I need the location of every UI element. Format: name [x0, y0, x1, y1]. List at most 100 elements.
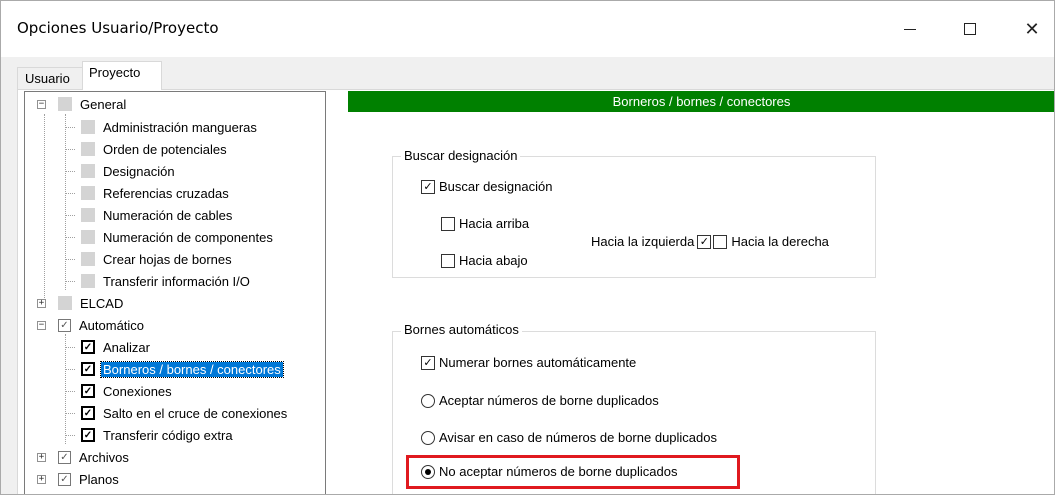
tab-usuario[interactable]: Usuario: [17, 67, 83, 89]
tree-item-label: Salto en el cruce de conexiones: [103, 405, 288, 421]
collapse-icon[interactable]: −: [37, 99, 46, 109]
checkbox-icon[interactable]: ✓: [58, 318, 71, 332]
checkbox-icon[interactable]: ✓: [81, 406, 95, 420]
options-window: Opciones Usuario/Proyecto ✕ Usuario Proy…: [0, 0, 1055, 495]
checkbox-label: Hacia abajo: [459, 253, 528, 268]
checkbox-derecha-icon[interactable]: [713, 234, 728, 249]
settings-panel: Borneros / bornes / conectores Buscar de…: [348, 91, 1054, 494]
checkbox-icon[interactable]: ✓: [81, 428, 95, 442]
maximize-button[interactable]: [947, 9, 993, 49]
tree-item-label: Planos: [79, 471, 119, 487]
checkbox-icon[interactable]: [441, 253, 455, 268]
page-icon: [81, 186, 95, 200]
checkbox-numerar-bornes[interactable]: ✓ Numerar bornes automáticamente: [421, 355, 636, 370]
tree-item-numeracion-cables[interactable]: Numeración de cables: [65, 204, 234, 226]
tree-item-label: Designación: [103, 163, 175, 179]
tree-item-transferir-codigo[interactable]: ✓ Transferir código extra: [65, 424, 235, 446]
tree-item-label: Numeración de componentes: [103, 229, 273, 245]
tree-item-label: Archivos: [79, 449, 129, 465]
tree-line: [65, 192, 75, 194]
page-icon: [81, 230, 95, 244]
tree-item-planos[interactable]: + ✓ Planos: [37, 468, 121, 490]
folder-icon: [58, 296, 72, 310]
tree-line: [65, 346, 75, 348]
tree-item-analizar[interactable]: ✓ Analizar: [65, 336, 152, 358]
checkbox-icon[interactable]: ✓: [81, 362, 95, 376]
tree-item-general[interactable]: − General: [37, 93, 128, 115]
tree-line: [65, 390, 75, 392]
expand-icon[interactable]: +: [37, 474, 46, 484]
checkbox-hacia-arriba[interactable]: Hacia arriba: [441, 216, 529, 231]
tree-item-numeracion-componentes[interactable]: Numeración de componentes: [65, 226, 275, 248]
minimize-button[interactable]: [887, 9, 933, 49]
checkbox-icon[interactable]: ✓: [58, 450, 71, 464]
tree-item-label: Numeración de cables: [103, 207, 233, 223]
close-icon: ✕: [1024, 18, 1040, 39]
tree-item-borneros[interactable]: ✓ Borneros / bornes / conectores: [65, 358, 284, 380]
tree-item-label: Automático: [79, 317, 145, 333]
radio-icon[interactable]: [421, 393, 435, 408]
page-icon: [81, 120, 95, 134]
options-tree[interactable]: − General Administración mangueras Orden…: [24, 91, 326, 494]
collapse-icon[interactable]: −: [37, 320, 46, 330]
page-icon: [81, 142, 95, 156]
tree-item-label: Transferir información I/O: [103, 273, 250, 289]
tree-item-label: Analizar: [103, 339, 150, 355]
tree-line: [65, 214, 75, 216]
tree-line: [65, 236, 75, 238]
page-icon: [81, 252, 95, 266]
tree-line: [65, 368, 75, 370]
checkbox-icon[interactable]: ✓: [81, 384, 95, 398]
radio-avisar-duplicados[interactable]: Avisar en caso de números de borne dupli…: [421, 430, 717, 445]
checkbox-label: Numerar bornes automáticamente: [439, 355, 637, 370]
tree-item-label: Transferir código extra: [103, 427, 233, 443]
window-title: Opciones Usuario/Proyecto: [17, 19, 219, 37]
tree-item-label: Orden de potenciales: [103, 141, 227, 157]
page-icon: [81, 274, 95, 288]
checkbox-checked-icon[interactable]: ✓: [421, 179, 435, 194]
tree-item-label: Borneros / bornes / conectores: [100, 360, 284, 378]
tree-item-label: Administración mangueras: [103, 119, 257, 135]
tree-item-referencias[interactable]: Referencias cruzadas: [65, 182, 231, 204]
tree-line: [65, 280, 75, 282]
label-hacia-derecha: Hacia la derecha: [731, 234, 829, 249]
checkbox-icon[interactable]: ✓: [58, 472, 71, 486]
tree-item-elcad[interactable]: + ELCAD: [37, 292, 125, 314]
checkbox-label: Buscar designación: [439, 179, 553, 194]
tree-item-label: Conexiones: [103, 383, 172, 399]
tree-line: [65, 412, 75, 414]
page-icon: [81, 164, 95, 178]
tree-item-orden[interactable]: Orden de potenciales: [65, 138, 229, 160]
checkbox-buscar-designacion[interactable]: ✓ Buscar designación: [421, 179, 552, 194]
tree-item-administracion[interactable]: Administración mangueras: [65, 116, 259, 138]
expand-icon[interactable]: +: [37, 452, 46, 462]
checkbox-icon[interactable]: ✓: [81, 340, 95, 354]
expand-icon[interactable]: +: [37, 298, 46, 308]
title-bar: Opciones Usuario/Proyecto ✕: [1, 1, 1054, 57]
checkbox-label: Hacia arriba: [459, 216, 530, 231]
close-button[interactable]: ✕: [1009, 9, 1054, 49]
checkbox-icon[interactable]: [441, 216, 455, 231]
tree-item-crear-hojas[interactable]: Crear hojas de bornes: [65, 248, 234, 270]
panel-header: Borneros / bornes / conectores: [348, 91, 1054, 112]
tree-item-conexiones[interactable]: ✓ Conexiones: [65, 380, 174, 402]
tree-item-designacion[interactable]: Designación: [65, 160, 177, 182]
checkbox-hacia-abajo[interactable]: Hacia abajo: [441, 253, 528, 268]
tree-item-label: General: [80, 96, 127, 112]
tree-line: [65, 170, 75, 172]
checkbox-checked-icon[interactable]: ✓: [421, 355, 435, 370]
checkbox-izquierda-icon[interactable]: ✓: [697, 234, 712, 249]
tree-item-label: ELCAD: [80, 295, 124, 311]
tree-item-salto[interactable]: ✓ Salto en el cruce de conexiones: [65, 402, 289, 424]
folder-icon: [58, 97, 72, 111]
radio-icon[interactable]: [421, 430, 435, 445]
tree-item-transferir-io[interactable]: Transferir información I/O: [65, 270, 252, 292]
tree-line: [44, 114, 45, 304]
tree-item-archivos[interactable]: + ✓ Archivos: [37, 446, 131, 468]
tree-item-label: Crear hojas de bornes: [103, 251, 232, 267]
tree-item-automatico[interactable]: − ✓ Automático: [37, 314, 146, 336]
direction-row: Hacia la izquierda ✓ Hacia la derecha: [591, 234, 829, 249]
tab-proyecto[interactable]: Proyecto: [82, 61, 162, 90]
maximize-icon: [964, 23, 976, 35]
radio-aceptar-duplicados[interactable]: Aceptar números de borne duplicados: [421, 393, 659, 408]
